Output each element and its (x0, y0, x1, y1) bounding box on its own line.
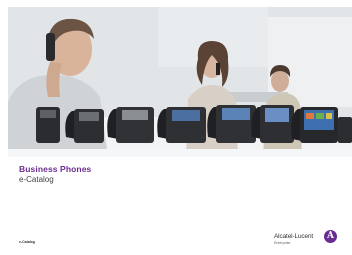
brand-mark-icon: A (324, 230, 337, 243)
brand-name: Alcatel-Lucent (274, 233, 314, 240)
brand-tagline: Enterprise (274, 241, 291, 245)
catalog-subtitle: e-Catalog (19, 175, 54, 184)
catalog-title: Business Phones (19, 164, 92, 174)
brand-logo: Alcatel-Lucent Enterprise A (274, 229, 338, 249)
hero-photo-illustration (8, 7, 352, 157)
hero-image (8, 7, 352, 157)
catalog-cover: Business Phones e-Catalog e-Catalog Alca… (0, 0, 352, 255)
footer-label: e-Catalog (19, 240, 35, 244)
brand-mark-letter: A (327, 231, 334, 241)
phone-lineup (36, 105, 352, 143)
